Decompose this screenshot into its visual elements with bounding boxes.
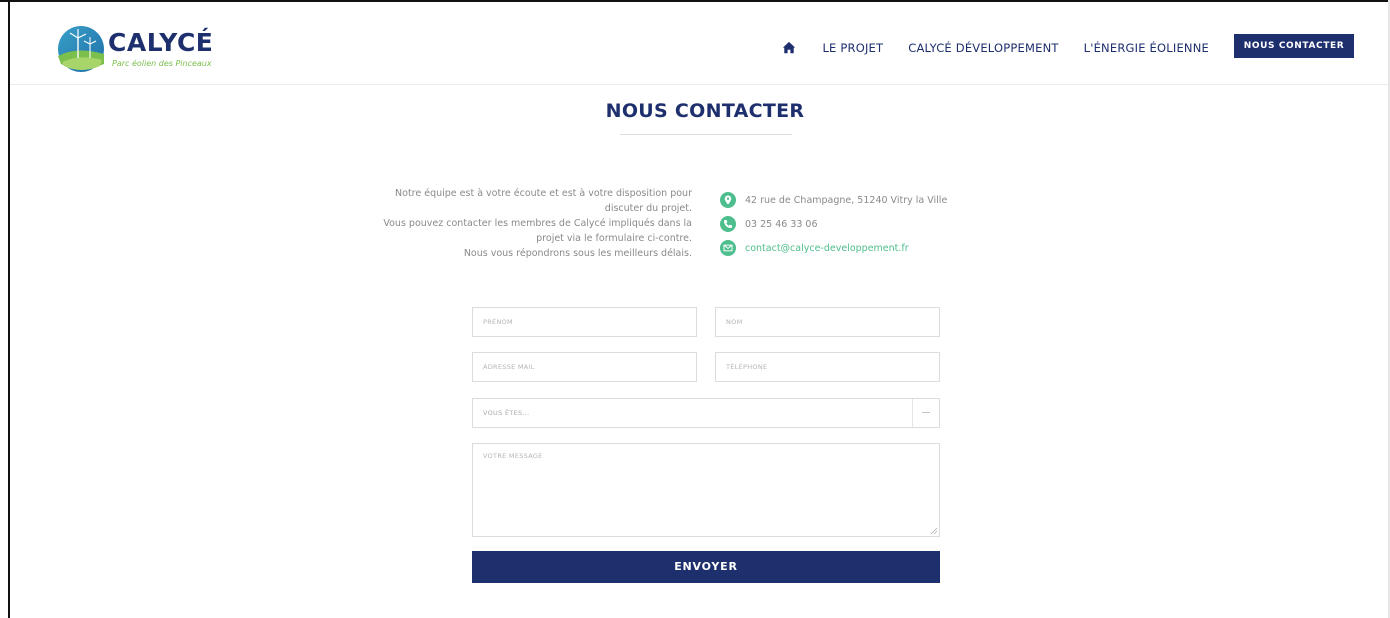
message-textarea[interactable]	[472, 443, 940, 537]
intro-line: discuter du projet.	[604, 203, 692, 214]
contact-address: 42 rue de Champagne, 51240 Vitry la Vill…	[745, 194, 948, 206]
main-nav: LE PROJET CALYCÉ DÉVELOPPEMENT L'ÉNERGIE…	[782, 34, 1354, 58]
visitor-type-value: VOUS ÊTES...	[483, 409, 530, 417]
contact-address-row: 42 rue de Champagne, 51240 Vitry la Vill…	[720, 192, 947, 208]
intro-line: Nous vous répondrons sous les meilleurs …	[463, 248, 692, 259]
send-button[interactable]: ENVOYER	[472, 551, 940, 583]
home-icon[interactable]	[782, 41, 796, 55]
contact-email-link[interactable]: contact@calyce-developpement.fr	[745, 243, 909, 254]
brand-tagline: Parc éolien des Pinceaux	[112, 59, 212, 68]
title-divider	[620, 134, 792, 135]
page-title: NOUS CONTACTER	[605, 100, 805, 122]
select-toggle-icon[interactable]	[912, 399, 939, 427]
intro-line: Notre équipe est à votre écoute et est à…	[395, 188, 692, 199]
wind-turbine-logo-icon	[58, 26, 104, 72]
site-header: CALYCÉ Parc éolien des Pinceaux LE PROJE…	[10, 2, 1388, 85]
mail-icon	[720, 240, 736, 256]
phone-input[interactable]	[715, 352, 940, 382]
resize-handle-icon[interactable]	[930, 527, 938, 535]
visitor-type-select[interactable]: VOUS ÊTES...	[472, 398, 940, 428]
brand-name: CALYCÉ	[108, 28, 214, 57]
contact-details: 42 rue de Champagne, 51240 Vitry la Vill…	[720, 192, 947, 264]
nav-energie-eolienne[interactable]: L'ÉNERGIE ÉOLIENNE	[1084, 41, 1209, 55]
nav-contact-button[interactable]: NOUS CONTACTER	[1234, 34, 1354, 58]
nav-le-projet[interactable]: LE PROJET	[822, 41, 883, 55]
window-border-left	[8, 0, 10, 618]
intro-line: projet via le formulaire ci-contre.	[536, 233, 692, 244]
phone-icon	[720, 216, 736, 232]
intro-line: Vous pouvez contacter les membres de Cal…	[383, 218, 692, 229]
brand-logo[interactable]: CALYCÉ Parc éolien des Pinceaux	[56, 24, 256, 80]
contact-email-row: contact@calyce-developpement.fr	[720, 240, 947, 256]
contact-phone-row: 03 25 46 33 06	[720, 216, 947, 232]
map-pin-icon	[720, 192, 736, 208]
email-input[interactable]	[472, 352, 697, 382]
firstname-input[interactable]	[472, 307, 697, 337]
contact-phone: 03 25 46 33 06	[745, 218, 818, 230]
nav-calyce-developpement[interactable]: CALYCÉ DÉVELOPPEMENT	[908, 41, 1058, 55]
intro-text: Notre équipe est à votre écoute et est à…	[330, 186, 692, 261]
lastname-input[interactable]	[715, 307, 940, 337]
